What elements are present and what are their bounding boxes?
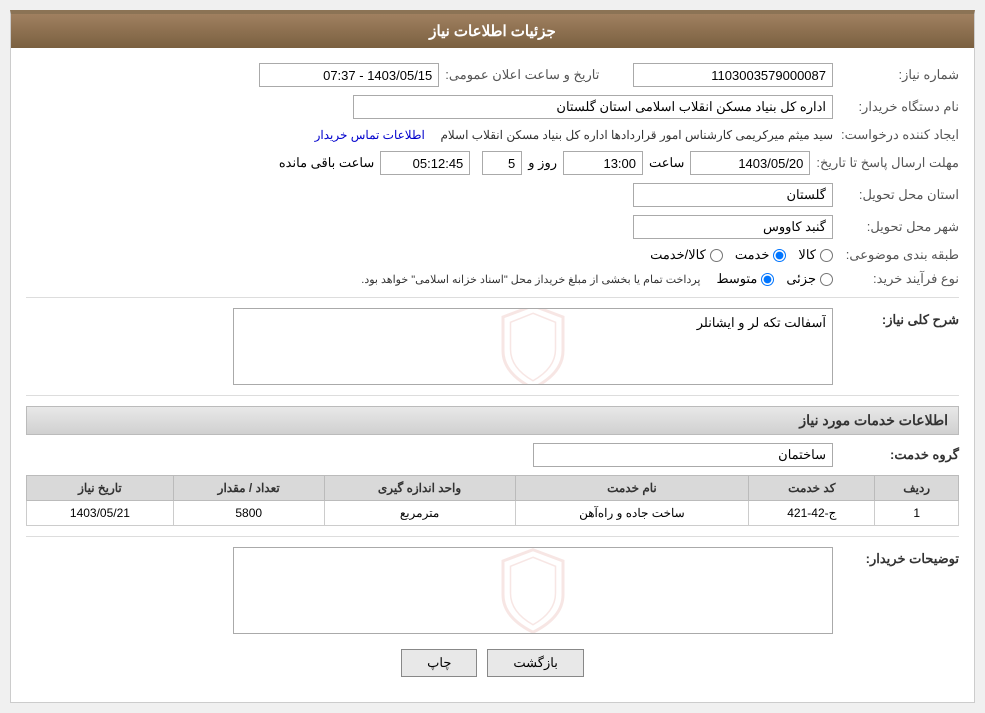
buyer-notes-label: توضیحات خریدار: [839,547,959,567]
category-khedmat-label: خدمت [735,247,770,263]
category-both-radio[interactable] [710,249,723,262]
cell-service_name: ساخت جاده و راه‌آهن [515,501,749,526]
pub-date-input[interactable] [259,63,439,87]
col-service-code: کد خدمت [749,476,875,501]
province-input[interactable] [633,183,833,207]
print-button[interactable]: چاپ [401,649,477,677]
response-date-input[interactable] [690,151,810,175]
purchase-motavaset-label: متوسط [716,271,757,287]
purchase-motavaset-radio[interactable] [761,273,774,286]
cell-need_date: 1403/05/21 [27,501,174,526]
page-title: جزئیات اطلاعات نیاز [11,14,974,48]
divider2 [26,395,959,396]
bottom-buttons: بازگشت چاپ [26,649,959,687]
cell-row_num: 1 [875,501,959,526]
remaining-label: ساعت باقی مانده [279,155,374,171]
general-desc-label: شرح کلی نیاز: [839,308,959,328]
divider3 [26,536,959,537]
back-button[interactable]: بازگشت [487,649,583,677]
general-description-textarea[interactable]: آسفالت تکه لر و ایشانلر [240,315,826,375]
category-kala-label: کالا [798,247,816,263]
purchase-type-note: پرداخت تمام یا بخشی از مبلغ خریداز محل "… [361,273,700,286]
divider1 [26,297,959,298]
col-quantity: تعداد / مقدار [173,476,324,501]
creator-value: سید میثم میرکریمی کارشناس امور قراردادها… [440,128,833,142]
city-input[interactable] [633,215,833,239]
need-number-label: شماره نیاز: [839,67,959,83]
cell-service_code: ج-42-421 [749,501,875,526]
creator-contact-link[interactable]: اطلاعات تماس خریدار [315,128,425,142]
service-group-input[interactable] [533,443,833,467]
purchase-type-radio-group: جزئی متوسط [716,271,833,287]
pub-date-label: تاریخ و ساعت اعلان عمومی: [445,67,599,83]
response-time-input[interactable] [563,151,643,175]
remaining-time-input[interactable] [380,151,470,175]
table-row: 1ج-42-421ساخت جاده و راه‌آهنمترمربع58001… [27,501,959,526]
cell-quantity: 5800 [173,501,324,526]
category-radio-group: کالا خدمت کالا/خدمت [650,247,833,263]
services-section-title: اطلاعات خدمات مورد نیاز [26,406,959,435]
province-label: استان محل تحویل: [839,187,959,203]
response-deadline-label: مهلت ارسال پاسخ تا تاریخ: [816,155,959,171]
service-group-label: گروه خدمت: [839,447,959,463]
buyer-org-input[interactable] [353,95,833,119]
response-days-input[interactable] [482,151,522,175]
col-service-name: نام خدمت [515,476,749,501]
creator-label: ایجاد کننده درخواست: [839,127,959,143]
col-row-num: ردیف [875,476,959,501]
purchase-type-label: نوع فرآیند خرید: [839,271,959,287]
buyer-org-label: نام دستگاه خریدار: [839,99,959,115]
buyer-notes-textarea[interactable] [240,554,826,624]
purchase-jozei-radio[interactable] [820,273,833,286]
category-kala-radio[interactable] [820,249,833,262]
city-label: شهر محل تحویل: [839,219,959,235]
days-label: روز و [528,155,557,171]
need-number-input[interactable] [633,63,833,87]
services-table: ردیف کد خدمت نام خدمت واحد اندازه گیری ت… [26,475,959,526]
time-label: ساعت [649,155,684,171]
col-unit: واحد اندازه گیری [324,476,515,501]
col-need-date: تاریخ نیاز [27,476,174,501]
cell-unit: مترمربع [324,501,515,526]
purchase-jozei-label: جزئی [786,271,816,287]
category-khedmat-radio[interactable] [773,249,786,262]
category-label: طبقه بندی موضوعی: [839,247,959,263]
category-both-label: کالا/خدمت [650,247,706,263]
